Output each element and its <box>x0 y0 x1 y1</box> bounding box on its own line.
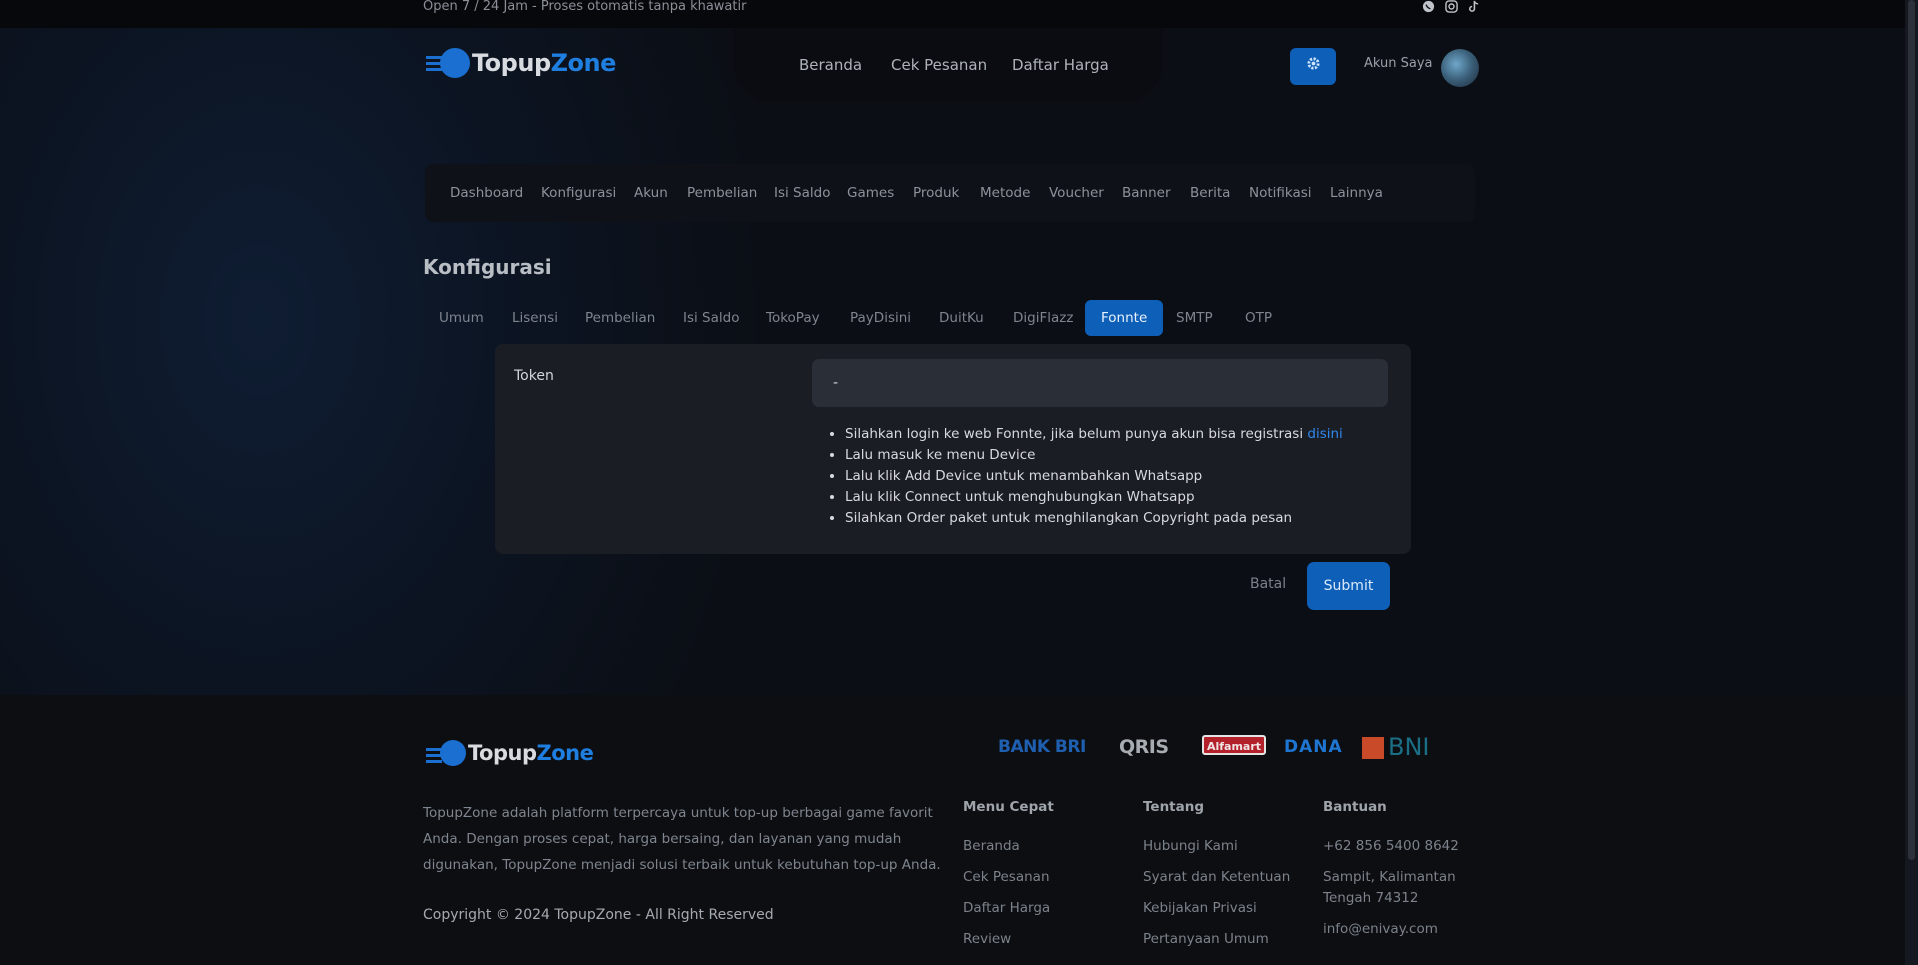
footer-link-kebijakan[interactable]: Kebijakan Privasi <box>1143 900 1257 916</box>
instruction-item: Lalu klik Add Device untuk menambahkan W… <box>845 466 1343 487</box>
logo-text-primary: Topup <box>472 49 551 77</box>
top-bar: Open 7 / 24 Jam - Proses otomatis tanpa … <box>0 0 1918 28</box>
tab-smtp[interactable]: SMTP <box>1160 300 1229 336</box>
footer-link-syarat[interactable]: Syarat dan Ketentuan <box>1143 869 1290 885</box>
register-link[interactable]: disini <box>1307 426 1342 442</box>
gear-icon <box>1306 57 1321 75</box>
instruction-item: Lalu klik Connect untuk menghubungkan Wh… <box>845 487 1343 508</box>
scrollbar-thumb[interactable] <box>1908 0 1915 860</box>
account-label[interactable]: Akun Saya <box>1364 56 1433 71</box>
footer <box>0 695 1918 965</box>
footer-link-beranda[interactable]: Beranda <box>963 838 1020 854</box>
payment-logo-dana: DANA <box>1284 737 1343 757</box>
admin-menu-games[interactable]: Games <box>847 185 894 201</box>
tab-duitku[interactable]: DuitKu <box>923 300 1000 336</box>
admin-menu-produk[interactable]: Produk <box>913 185 959 201</box>
tab-digiflazz[interactable]: DigiFlazz <box>997 300 1089 336</box>
footer-about: TopupZone adalah platform terpercaya unt… <box>423 805 941 873</box>
footer-phone[interactable]: +62 856 5400 8642 <box>1323 838 1459 854</box>
instruction-list: Silahkan login ke web Fonnte, jika belum… <box>826 424 1343 529</box>
logo-mark-icon <box>426 740 466 766</box>
instruction-text: Silahkan login ke web Fonnte, jika belum… <box>845 426 1304 442</box>
site-logo[interactable]: Topup Zone <box>426 48 617 78</box>
submit-button[interactable]: Submit <box>1307 562 1390 610</box>
footer-logo-text-primary: Topup <box>468 741 537 765</box>
instruction-item: Silahkan login ke web Fonnte, jika belum… <box>845 424 1343 445</box>
instruction-text: Lalu klik Connect untuk menghubungkan Wh… <box>845 489 1195 505</box>
admin-menu-notifikasi[interactable]: Notifikasi <box>1249 185 1312 201</box>
logo-mark-icon <box>426 48 470 78</box>
payment-logo-bri: BANK BRI <box>998 737 1086 757</box>
payment-logo-alfamart: Alfamart <box>1202 735 1266 755</box>
admin-menu-pembelian[interactable]: Pembelian <box>687 185 757 201</box>
bni-mark-icon <box>1362 737 1384 759</box>
settings-button[interactable] <box>1290 48 1336 85</box>
footer-copyright: Copyright © 2024 TopupZone - All Right R… <box>423 907 774 923</box>
whatsapp-icon[interactable] <box>1421 0 1435 14</box>
instagram-icon[interactable] <box>1444 0 1458 14</box>
footer-link-faq[interactable]: Pertanyaan Umum <box>1143 931 1269 947</box>
instruction-item: Silahkan Order paket untuk menghilangkan… <box>845 508 1343 529</box>
footer-address-line1: Sampit, Kalimantan <box>1323 869 1456 885</box>
footer-link-review[interactable]: Review <box>963 931 1011 947</box>
footer-link-daftar-harga[interactable]: Daftar Harga <box>963 900 1050 916</box>
tab-umum[interactable]: Umum <box>423 300 500 336</box>
footer-logo-text-accent: Zone <box>536 741 594 765</box>
admin-menu-voucher[interactable]: Voucher <box>1049 185 1104 201</box>
footer-link-cek-pesanan[interactable]: Cek Pesanan <box>963 869 1050 885</box>
instruction-text: Lalu klik Add Device untuk menambahkan W… <box>845 468 1203 484</box>
footer-tentang-title: Tentang <box>1143 799 1205 815</box>
admin-menu-isi-saldo[interactable]: Isi Saldo <box>774 185 830 201</box>
tab-tokopay[interactable]: TokoPay <box>750 300 836 336</box>
admin-menu-metode[interactable]: Metode <box>980 185 1030 201</box>
tab-fonnte[interactable]: Fonnte <box>1085 300 1164 336</box>
topbar-tagline: Open 7 / 24 Jam - Proses otomatis tanpa … <box>423 0 747 14</box>
admin-menu-banner[interactable]: Banner <box>1122 185 1171 201</box>
tab-pembelian[interactable]: Pembelian <box>569 300 671 336</box>
footer-link-hubungi-kami[interactable]: Hubungi Kami <box>1143 838 1238 854</box>
tab-lisensi[interactable]: Lisensi <box>496 300 574 336</box>
page-title: Konfigurasi <box>423 255 552 279</box>
instruction-text: Silahkan Order paket untuk menghilangkan… <box>845 510 1293 526</box>
nav-check-order[interactable]: Cek Pesanan <box>891 56 987 74</box>
payment-logo-bni: BNI <box>1362 733 1430 761</box>
admin-menu-berita[interactable]: Berita <box>1190 185 1230 201</box>
token-label: Token <box>514 368 554 384</box>
admin-menu-lainnya[interactable]: Lainnya <box>1330 185 1383 201</box>
footer-bantuan-title: Bantuan <box>1323 799 1387 815</box>
footer-email[interactable]: info@enivay.com <box>1323 921 1438 937</box>
bni-text: BNI <box>1388 733 1430 761</box>
footer-logo[interactable]: Topup Zone <box>426 740 594 766</box>
cancel-button[interactable]: Batal <box>1250 576 1286 592</box>
nav-home[interactable]: Beranda <box>799 56 862 74</box>
instruction-item: Lalu masuk ke menu Device <box>845 445 1343 466</box>
avatar[interactable] <box>1441 49 1479 87</box>
tab-paydisini[interactable]: PayDisini <box>834 300 927 336</box>
payment-logo-qris: QRIS <box>1119 736 1169 758</box>
logo-text-accent: Zone <box>550 49 617 77</box>
admin-menu-dashboard[interactable]: Dashboard <box>450 185 523 201</box>
tab-otp[interactable]: OTP <box>1229 300 1288 336</box>
tiktok-icon[interactable] <box>1466 0 1480 14</box>
instruction-text: Lalu masuk ke menu Device <box>845 447 1036 463</box>
footer-address-line2: Tengah 74312 <box>1323 890 1419 906</box>
nav-price-list[interactable]: Daftar Harga <box>1012 56 1109 74</box>
admin-menu-akun[interactable]: Akun <box>634 185 668 201</box>
token-input[interactable] <box>812 359 1388 407</box>
tab-isi-saldo[interactable]: Isi Saldo <box>667 300 755 336</box>
admin-menu-konfigurasi[interactable]: Konfigurasi <box>541 185 616 201</box>
footer-menu-cepat-title: Menu Cepat <box>963 799 1054 815</box>
